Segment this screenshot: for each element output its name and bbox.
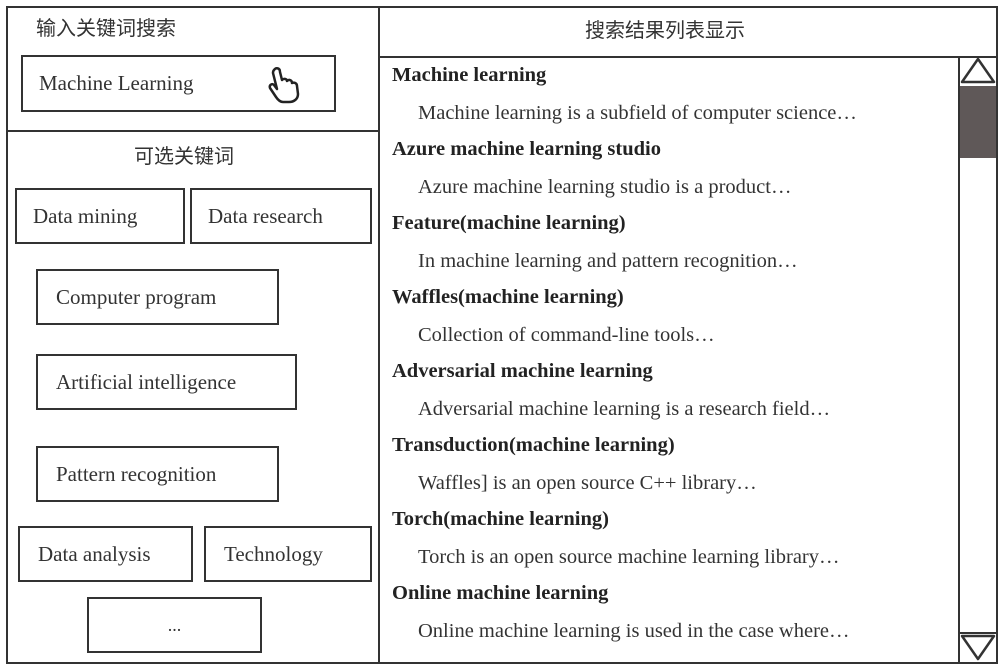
keyword-more[interactable]: ...	[87, 597, 262, 653]
triangle-down-icon[interactable]	[960, 632, 996, 662]
triangle-up-icon[interactable]	[960, 56, 996, 84]
result-item[interactable]: Azure machine learning studio Azure mach…	[392, 136, 952, 210]
keyword-technology[interactable]: Technology	[204, 526, 372, 582]
result-snippet: In machine learning and pattern recognit…	[418, 250, 798, 272]
result-snippet: Torch is an open source machine learning…	[418, 546, 840, 568]
result-snippet: Waffles] is an open source C++ library…	[418, 472, 757, 494]
result-title[interactable]: Adversarial machine learning	[392, 358, 952, 395]
keyword-data-mining[interactable]: Data mining	[15, 188, 185, 244]
keyword-label: Technology	[224, 541, 323, 566]
results-panel-title: 搜索结果列表显示	[585, 18, 745, 42]
results-list: Machine learning Machine learning is a s…	[392, 62, 952, 654]
result-title[interactable]: Azure machine learning studio	[392, 136, 952, 173]
search-panel-title: 输入关键词搜索	[36, 16, 176, 40]
result-item[interactable]: Machine learning Machine learning is a s…	[392, 62, 952, 136]
keyword-data-research[interactable]: Data research	[190, 188, 372, 244]
search-input-value: Machine Learning	[39, 71, 194, 95]
keyword-artificial-intelligence[interactable]: Artificial intelligence	[36, 354, 297, 410]
keyword-label: ...	[167, 614, 182, 635]
scrollbar-thumb[interactable]	[960, 86, 996, 158]
keywords-panel-title: 可选关键词	[134, 144, 234, 168]
hand-pointer-icon	[268, 67, 300, 104]
result-title[interactable]: Feature(machine learning)	[392, 210, 952, 247]
keyword-computer-program[interactable]: Computer program	[36, 269, 279, 325]
result-item[interactable]: Online machine learning Online machine l…	[392, 580, 952, 654]
result-title[interactable]: Machine learning	[392, 62, 952, 99]
result-item[interactable]: Adversarial machine learning Adversarial…	[392, 358, 952, 432]
result-snippet: Adversarial machine learning is a resear…	[418, 398, 831, 420]
result-snippet: Machine learning is a subfield of comput…	[418, 102, 857, 124]
keyword-data-analysis[interactable]: Data analysis	[18, 526, 193, 582]
panel-divider-right	[380, 56, 998, 58]
panel-divider-vertical	[378, 6, 380, 664]
keyword-label: Computer program	[56, 284, 217, 309]
result-snippet: Azure machine learning studio is a produ…	[418, 176, 792, 198]
result-item[interactable]: Torch(machine learning) Torch is an open…	[392, 506, 952, 580]
result-title[interactable]: Transduction(machine learning)	[392, 432, 952, 469]
result-title[interactable]: Online machine learning	[392, 580, 952, 617]
keyword-pattern-recognition[interactable]: Pattern recognition	[36, 446, 279, 502]
result-title[interactable]: Torch(machine learning)	[392, 506, 952, 543]
panel-divider-left	[6, 130, 380, 132]
result-item[interactable]: Transduction(machine learning) Waffles] …	[392, 432, 952, 506]
result-item[interactable]: Feature(machine learning) In machine lea…	[392, 210, 952, 284]
result-item[interactable]: Waffles(machine learning) Collection of …	[392, 284, 952, 358]
result-title[interactable]: Waffles(machine learning)	[392, 284, 952, 321]
keyword-label: Data research	[208, 203, 323, 228]
keyword-label: Data mining	[33, 203, 138, 228]
results-scrollbar[interactable]	[958, 56, 998, 664]
keyword-label: Pattern recognition	[56, 461, 217, 486]
keyword-label: Data analysis	[38, 541, 151, 566]
result-snippet: Collection of command-line tools…	[418, 324, 715, 346]
keyword-label: Artificial intelligence	[56, 369, 237, 394]
result-snippet: Online machine learning is used in the c…	[418, 620, 850, 642]
